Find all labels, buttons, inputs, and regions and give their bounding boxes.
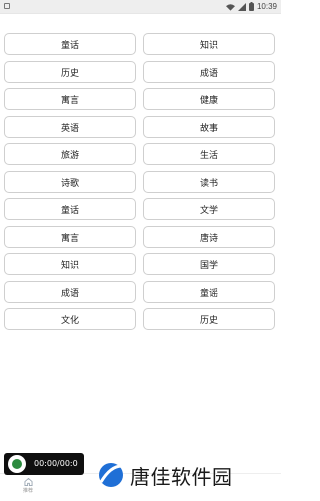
home-icon xyxy=(24,478,32,486)
grid-row: 成语 童谣 xyxy=(4,281,276,303)
divider xyxy=(0,13,281,14)
category-button[interactable]: 寓言 xyxy=(4,226,136,248)
category-button[interactable]: 文学 xyxy=(143,198,275,220)
tab-label: 推荐 xyxy=(22,488,33,494)
grid-row: 诗歌 读书 xyxy=(4,171,276,193)
category-button[interactable]: 童话 xyxy=(4,198,136,220)
category-button[interactable]: 成语 xyxy=(143,61,275,83)
category-button[interactable]: 知识 xyxy=(4,253,136,275)
category-button[interactable]: 知识 xyxy=(143,33,275,55)
category-button[interactable]: 英语 xyxy=(4,116,136,138)
notification-icon xyxy=(4,3,10,9)
grid-row: 英语 故事 xyxy=(4,116,276,138)
watermark: 唐佳软件园 xyxy=(96,458,233,492)
status-bar: 10:39 xyxy=(0,0,281,13)
status-time: 10:39 xyxy=(256,2,277,11)
audio-player[interactable]: 00:00/00:0 xyxy=(4,453,84,475)
category-button[interactable]: 生活 xyxy=(143,143,275,165)
grid-row: 知识 国学 xyxy=(4,253,276,275)
grid-row: 寓言 健康 xyxy=(4,88,276,110)
category-button[interactable]: 国学 xyxy=(143,253,275,275)
category-button[interactable]: 故事 xyxy=(143,116,275,138)
grid-row: 历史 成语 xyxy=(4,61,276,83)
wifi-icon xyxy=(225,3,235,11)
category-button[interactable]: 读书 xyxy=(143,171,275,193)
album-cover-icon xyxy=(8,455,26,473)
watermark-text: 唐佳软件园 xyxy=(130,464,233,489)
category-button[interactable]: 历史 xyxy=(143,308,275,330)
signal-icon xyxy=(237,2,246,11)
category-button[interactable]: 旅游 xyxy=(4,143,136,165)
status-right: 10:39 xyxy=(225,1,277,12)
battery-icon xyxy=(248,2,254,11)
category-button[interactable]: 诗歌 xyxy=(4,171,136,193)
grid-row: 文化 历史 xyxy=(4,308,276,330)
category-button[interactable]: 寓言 xyxy=(4,88,136,110)
category-button[interactable]: 童谣 xyxy=(143,281,275,303)
category-button[interactable]: 历史 xyxy=(4,61,136,83)
category-button[interactable]: 唐诗 xyxy=(143,226,275,248)
tab-recommend[interactable]: 推荐 xyxy=(8,478,48,494)
category-button[interactable]: 文化 xyxy=(4,308,136,330)
grid-row: 旅游 生活 xyxy=(4,143,276,165)
category-button[interactable]: 健康 xyxy=(143,88,275,110)
grid-row: 童话 知识 xyxy=(4,33,276,55)
player-time: 00:00/00:0 xyxy=(34,459,78,468)
category-button[interactable]: 童话 xyxy=(4,33,136,55)
grid-row: 寓言 唐诗 xyxy=(4,226,276,248)
category-button[interactable]: 成语 xyxy=(4,281,136,303)
watermark-logo-icon xyxy=(99,463,124,487)
grid-row: 童话 文学 xyxy=(4,198,276,220)
